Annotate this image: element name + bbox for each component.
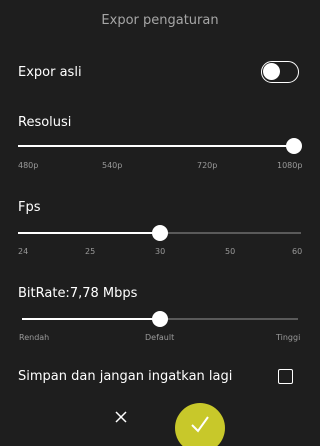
dialog-title: Expor pengaturan	[101, 13, 219, 28]
check-icon	[191, 416, 209, 433]
remember-label: Simpan dan jangan ingatkan lagi	[18, 369, 233, 384]
bitrate-slider[interactable]	[22, 311, 298, 327]
bitrate-label: BitRate:7,78 Mbps	[18, 286, 138, 301]
resolution-tick-1080p: 1080p	[277, 161, 303, 170]
resolution-tick-480p: 480p	[18, 161, 39, 170]
remember-checkbox[interactable]	[278, 369, 293, 384]
bitrate-tick-low: Rendah	[19, 333, 50, 342]
slider-thumb[interactable]	[152, 311, 168, 327]
toggle-knob	[263, 63, 280, 80]
bitrate-tick-default: Default	[145, 333, 175, 342]
resolution-tick-720p: 720p	[197, 161, 218, 170]
slider-thumb[interactable]	[151, 225, 168, 241]
fps-tick-30: 30	[155, 247, 166, 256]
fps-tick-50: 50	[225, 247, 236, 256]
fps-slider[interactable]	[18, 225, 301, 241]
slider-track-fill	[22, 318, 160, 320]
close-icon	[115, 411, 127, 423]
fps-tick-60: 60	[292, 247, 303, 256]
confirm-button[interactable]	[175, 403, 225, 446]
fps-label: Fps	[18, 200, 41, 215]
cancel-button[interactable]	[111, 407, 131, 427]
slider-thumb[interactable]	[286, 138, 302, 154]
resolution-tick-540p: 540p	[102, 161, 123, 170]
bitrate-tick-high: Tinggi	[276, 333, 301, 342]
fps-tick-25: 25	[85, 247, 96, 256]
export-settings-dialog: Expor pengaturan Expor asli Resolusi 480…	[0, 0, 320, 446]
slider-track-fill	[18, 145, 294, 147]
slider-track-fill	[18, 232, 160, 234]
fps-tick-24: 24	[18, 247, 29, 256]
export-original-label: Expor asli	[18, 65, 82, 80]
resolution-label: Resolusi	[18, 115, 72, 130]
export-original-toggle[interactable]	[261, 61, 299, 83]
resolution-slider[interactable]	[18, 138, 302, 154]
